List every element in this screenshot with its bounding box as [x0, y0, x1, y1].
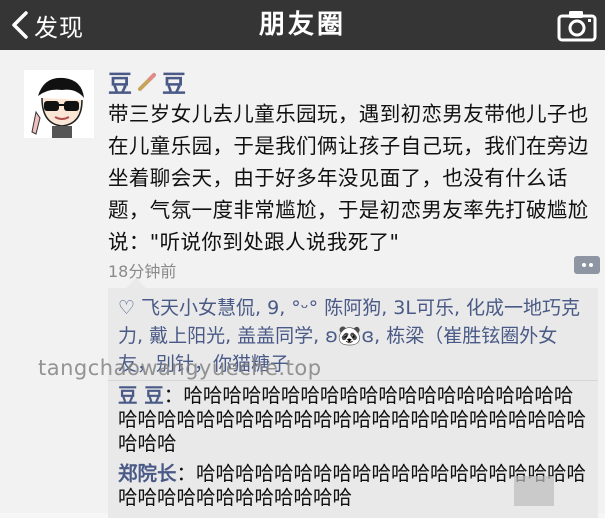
- heart-icon: ♡: [118, 297, 136, 319]
- avatar[interactable]: [24, 70, 94, 138]
- author-name-part: 豆: [162, 70, 186, 98]
- camera-button[interactable]: [557, 8, 597, 46]
- dot-icon: [588, 263, 593, 267]
- blurred-corner: [514, 476, 554, 506]
- comment-author[interactable]: 郑院长: [118, 462, 177, 485]
- comment-item[interactable]: 豆 豆：哈哈哈哈哈哈哈哈哈哈哈哈哈哈哈哈哈哈哈哈哈哈哈哈哈哈哈哈哈哈哈哈哈哈哈哈…: [118, 384, 590, 456]
- avatar-cartoon-icon: [24, 70, 94, 138]
- comment-text: 哈哈哈哈哈哈哈哈哈哈哈哈哈哈哈哈哈哈哈哈哈哈哈哈哈哈哈哈哈哈哈哈哈哈哈哈哈哈哈哈…: [118, 384, 587, 455]
- watermark: tangchaowangyueche.top: [38, 356, 322, 380]
- comment-menu-button[interactable]: [574, 256, 600, 274]
- top-nav-bar: 发现 朋友圈: [0, 0, 605, 50]
- comment-author[interactable]: 豆 豆: [118, 384, 164, 407]
- page-title: 朋友圈: [258, 10, 346, 40]
- dot-icon: [581, 263, 586, 267]
- author-name-part: 豆: [108, 70, 132, 98]
- camera-icon: [557, 11, 597, 42]
- divider: [108, 380, 598, 381]
- post-content: 带三岁女儿去儿童乐园玩，遇到初恋男友带他儿子也在儿童乐园，于是我们俩让孩子自己玩…: [108, 102, 589, 254]
- moment-post: 豆 豆 带三岁女儿去儿童乐园玩，遇到初恋男友带他儿子也在儿童乐园，于是我们俩让孩…: [0, 50, 605, 518]
- pencil-emoji-icon: [138, 72, 156, 91]
- author-name[interactable]: 豆 豆: [108, 64, 186, 99]
